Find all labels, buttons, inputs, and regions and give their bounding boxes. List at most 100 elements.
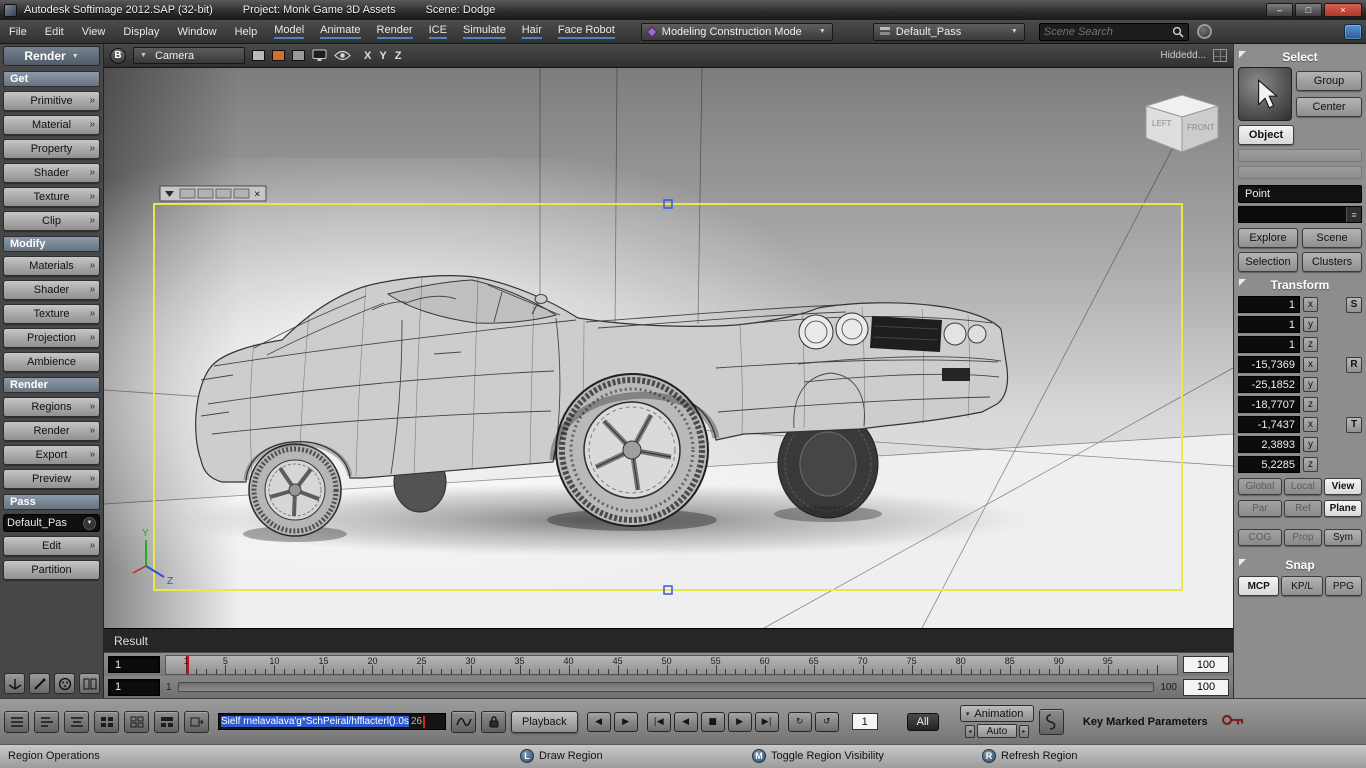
- range-slider[interactable]: [177, 682, 1155, 692]
- current-frame-field[interactable]: 1: [108, 656, 160, 673]
- ambience-button[interactable]: Ambience: [3, 352, 100, 372]
- layout-grid-icon[interactable]: [154, 710, 179, 733]
- filter-icon[interactable]: ≡: [1346, 207, 1361, 222]
- go-to-end-button[interactable]: ▶|: [754, 711, 779, 732]
- menu-ice[interactable]: ICE: [421, 20, 455, 43]
- plane-button[interactable]: Plane: [1323, 500, 1362, 517]
- view-cube-left-label[interactable]: LEFT: [1152, 119, 1172, 128]
- regions-button[interactable]: Regions»: [3, 397, 100, 417]
- end-frame-box[interactable]: 100: [1183, 656, 1229, 673]
- projection-button[interactable]: Projection»: [3, 328, 100, 348]
- auto-key-button[interactable]: Auto: [976, 724, 1017, 738]
- edit-button[interactable]: Edit»: [3, 536, 100, 556]
- scene-search-input[interactable]: [1043, 25, 1172, 38]
- translate-z-field[interactable]: 5,2285: [1238, 456, 1300, 473]
- rotate-x-axis-button[interactable]: x: [1303, 357, 1318, 372]
- loop-button[interactable]: ↻: [787, 711, 812, 732]
- display-icon[interactable]: [312, 49, 327, 62]
- rotate-z-field[interactable]: -18,7707: [1238, 396, 1300, 413]
- region-option-1[interactable]: [179, 188, 196, 199]
- rotate-y-field[interactable]: -25,1852: [1238, 376, 1300, 393]
- close-button[interactable]: ×: [1324, 3, 1362, 17]
- script-edit-field[interactable]: Sielf rnelavalava'g*SchPeiral/hfflacterl…: [218, 713, 446, 730]
- shaded-color-swatch[interactable]: [292, 50, 305, 61]
- clip-button[interactable]: Clip»: [3, 211, 100, 231]
- menu-hair[interactable]: Hair: [514, 20, 550, 43]
- menu-simulate[interactable]: Simulate: [455, 20, 514, 43]
- explore-button[interactable]: Explore: [1238, 228, 1298, 248]
- dopesheet-icon[interactable]: [64, 710, 89, 733]
- lock-icon[interactable]: [481, 710, 506, 733]
- partition-button[interactable]: Partition: [3, 560, 100, 580]
- menu-render[interactable]: Render: [369, 20, 421, 43]
- shader-button[interactable]: Shader»: [3, 163, 100, 183]
- menu-file[interactable]: File: [0, 20, 36, 43]
- play-backwards-button[interactable]: ◀: [673, 711, 698, 732]
- render-button[interactable]: Render»: [3, 421, 100, 441]
- highlight-color-swatch[interactable]: [272, 50, 285, 61]
- viewport-3d-canvas[interactable]: × LEFT FRONT Y Z: [104, 68, 1233, 628]
- material-button[interactable]: Material»: [3, 115, 100, 135]
- minimize-button[interactable]: –: [1266, 3, 1293, 17]
- group-button[interactable]: Group: [1296, 71, 1362, 91]
- export-frame-icon[interactable]: [184, 710, 209, 733]
- par-ref-button[interactable]: Par: [1238, 500, 1282, 517]
- playback-frame-field[interactable]: 1: [851, 713, 878, 730]
- scale-x-field[interactable]: 1: [1238, 296, 1300, 313]
- all-button[interactable]: All: [906, 712, 939, 731]
- menu-edit[interactable]: Edit: [36, 20, 73, 43]
- global-space-button[interactable]: Global: [1238, 478, 1282, 495]
- view-space-button[interactable]: View: [1323, 478, 1362, 495]
- rotate-x-field[interactable]: -15,7369: [1238, 356, 1300, 373]
- local-space-button[interactable]: Local: [1283, 478, 1322, 495]
- grid-view-icon[interactable]: [94, 710, 119, 733]
- auto-left-icon[interactable]: ◂: [964, 724, 975, 738]
- scale-y-axis-button[interactable]: y: [1303, 317, 1318, 332]
- scene-button[interactable]: Scene: [1302, 228, 1362, 248]
- pencil-icon[interactable]: [29, 673, 50, 694]
- point-filter-bar[interactable]: Point: [1238, 185, 1362, 203]
- animation-menu[interactable]: ▾ Animation: [959, 705, 1034, 722]
- scale-y-field[interactable]: 1: [1238, 316, 1300, 333]
- translate-z-axis-button[interactable]: z: [1303, 457, 1318, 472]
- go-to-start-button[interactable]: |◀: [646, 711, 671, 732]
- export-button[interactable]: Export»: [3, 445, 100, 465]
- menu-view[interactable]: View: [73, 20, 115, 43]
- previous-frame-button[interactable]: ◀: [586, 711, 611, 732]
- select-tool-button[interactable]: [1238, 67, 1292, 121]
- translate-y-axis-button[interactable]: y: [1303, 437, 1318, 452]
- display-mode-menu[interactable]: Hiddedd...: [1160, 50, 1206, 61]
- modify-shader-button[interactable]: Shader»: [3, 280, 100, 300]
- range-end-box[interactable]: 100: [1183, 678, 1229, 696]
- scale-mode-button[interactable]: S: [1346, 296, 1362, 313]
- key-icon[interactable]: [1221, 713, 1245, 731]
- region-close-icon[interactable]: ×: [254, 189, 260, 201]
- manipulator-icon[interactable]: [4, 673, 25, 694]
- maximize-button[interactable]: □: [1295, 3, 1322, 17]
- scale-z-axis-button[interactable]: z: [1303, 337, 1318, 352]
- range-frame-field[interactable]: 1: [108, 678, 160, 696]
- clusters-button[interactable]: Clusters: [1302, 252, 1362, 272]
- grid-view-alt-icon[interactable]: [124, 710, 149, 733]
- scale-z-field[interactable]: 1: [1238, 336, 1300, 353]
- wireframe-color-swatch[interactable]: [252, 50, 265, 61]
- ref-button[interactable]: Ref: [1283, 500, 1322, 517]
- translate-x-field[interactable]: -1,7437: [1238, 416, 1300, 433]
- rotate-z-axis-button[interactable]: z: [1303, 397, 1318, 412]
- eye-icon[interactable]: [334, 50, 351, 61]
- menu-help[interactable]: Help: [226, 20, 267, 43]
- menu-display[interactable]: Display: [114, 20, 168, 43]
- repeat-button[interactable]: ↺: [814, 711, 839, 732]
- camera-view-menu[interactable]: ▼ Camera: [133, 47, 245, 64]
- left-panel-menu[interactable]: Render ▼: [3, 46, 100, 66]
- list-view-icon[interactable]: [4, 710, 29, 733]
- next-frame-button[interactable]: ▶: [613, 711, 638, 732]
- region-mini-toolbar[interactable]: ×: [159, 185, 267, 202]
- rotate-y-axis-button[interactable]: y: [1303, 377, 1318, 392]
- fcurve-icon[interactable]: [451, 710, 476, 733]
- translate-mode-button[interactable]: T: [1346, 416, 1362, 433]
- tab-ppg[interactable]: PPG: [1324, 576, 1362, 596]
- spring-icon[interactable]: [1038, 708, 1064, 735]
- dual-pane-icon[interactable]: [79, 673, 100, 694]
- menu-animate[interactable]: Animate: [312, 20, 368, 43]
